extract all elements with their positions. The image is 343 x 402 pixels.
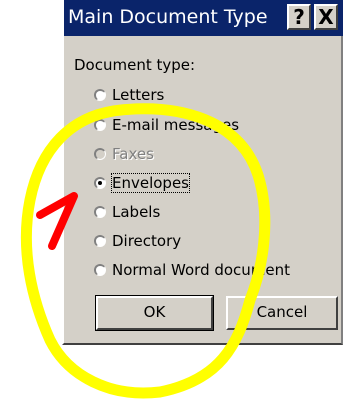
help-button[interactable]: ? <box>287 4 311 30</box>
option-normal-word-document-label: Normal Word document <box>112 261 291 279</box>
radio-email-messages[interactable] <box>94 119 106 131</box>
option-faxes-label: Faxes <box>112 145 154 163</box>
option-letters-label: Letters <box>112 86 165 104</box>
radio-faxes <box>94 148 106 160</box>
option-labels-label: Labels <box>112 203 161 221</box>
radio-directory[interactable] <box>94 235 106 247</box>
radio-labels[interactable] <box>94 206 106 218</box>
dialog-title: Main Document Type <box>68 6 268 28</box>
title-bar[interactable]: Main Document Type ? X <box>64 0 343 36</box>
radio-envelopes[interactable] <box>94 177 106 189</box>
radio-normal-word-document[interactable] <box>94 264 106 276</box>
option-envelopes-label: Envelopes <box>111 173 190 193</box>
close-button[interactable]: X <box>314 4 338 30</box>
option-directory-label: Directory <box>112 232 182 250</box>
option-email-messages-label: E-mail messages <box>112 116 240 134</box>
main-document-type-dialog: Main Document Type ? X Document type: Le… <box>62 0 343 345</box>
radio-letters[interactable] <box>94 89 106 101</box>
document-type-label: Document type: <box>74 56 196 74</box>
cancel-button[interactable]: Cancel <box>226 296 338 330</box>
ok-button[interactable]: OK <box>95 295 214 331</box>
